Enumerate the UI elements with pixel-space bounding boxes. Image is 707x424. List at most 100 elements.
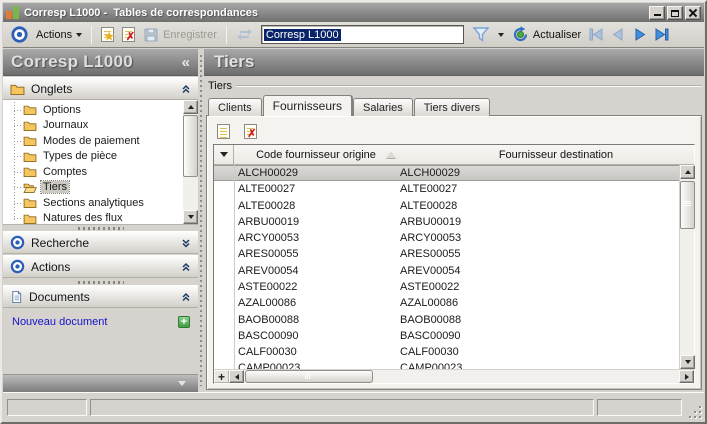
grid-vertical-scrollbar[interactable] <box>679 165 694 369</box>
grid-new-row-button[interactable] <box>213 121 233 141</box>
folder-icon <box>23 213 37 224</box>
table-row[interactable]: BASC00090BASC00090 <box>214 328 679 344</box>
tree-scrollbar[interactable] <box>183 100 198 224</box>
table-row[interactable]: CAMP00023CAMP00023 <box>214 360 679 369</box>
folder-icon <box>23 104 37 115</box>
column-header-destination[interactable]: Fournisseur destination <box>418 149 694 161</box>
app-target-icon <box>7 24 32 45</box>
first-record-icon <box>587 27 605 42</box>
tree-item-journaux[interactable]: Journaux <box>3 118 183 134</box>
add-row-button[interactable]: + <box>214 370 229 383</box>
actions-menu-button[interactable]: Actions <box>32 27 86 43</box>
table-selector-combobox[interactable]: Corresp L1000 <box>261 25 464 44</box>
folder-icon <box>23 151 37 162</box>
tree-item-modes-de-paiement[interactable]: Modes de paiement <box>3 133 183 149</box>
delete-record-button[interactable]: ✗ <box>118 25 139 44</box>
new-row-icon <box>217 124 230 139</box>
panel-label-recherche: Recherche <box>31 236 175 250</box>
refresh-button[interactable]: Actualiser <box>508 24 585 45</box>
table-row[interactable]: ALTE00027ALTE00027 <box>214 181 679 197</box>
table-row[interactable]: ALCH00029ALCH00029 <box>214 165 679 181</box>
filter-funnel-icon <box>472 26 490 43</box>
status-panel-middle <box>90 399 594 416</box>
resize-grip[interactable] <box>688 405 701 418</box>
row-selector-gutter[interactable] <box>214 145 234 164</box>
delete-row-icon: ✗ <box>244 124 257 139</box>
grid-scroll-right-button[interactable] <box>679 370 694 383</box>
tab-fournisseurs[interactable]: Fournisseurs <box>263 95 352 116</box>
new-document-link[interactable]: Nouveau document <box>12 316 178 328</box>
filter-dropdown-button[interactable] <box>494 27 508 42</box>
new-record-button[interactable]: ★ <box>97 25 118 44</box>
status-bar <box>3 392 704 421</box>
actions-menu-label: Actions <box>36 29 72 41</box>
tree-scroll-up-button[interactable] <box>183 100 198 114</box>
grid-delete-row-button[interactable]: ✗ <box>240 121 260 141</box>
sidebar: Corresp L1000 « Onglets Options <box>3 49 198 392</box>
tree-item-tiers[interactable]: Tiers <box>3 180 183 196</box>
minimize-icon <box>654 14 661 16</box>
tab-salaries[interactable]: Salaries <box>353 98 413 116</box>
panel-header-onglets[interactable]: Onglets <box>3 77 198 100</box>
onglets-tree: Options Journaux Modes de paiement Types… <box>3 100 198 225</box>
table-row[interactable]: CALF00030CALF00030 <box>214 344 679 360</box>
sidebar-bottom-bar[interactable] <box>3 374 198 392</box>
table-row[interactable]: ALTE00028ALTE00028 <box>214 198 679 214</box>
table-row[interactable]: BAOB00088BAOB00088 <box>214 311 679 327</box>
tree-item-sections-analytiques[interactable]: Sections analytiques <box>3 195 183 211</box>
tiers-tabs: Clients Fournisseurs Salaries Tiers dive… <box>208 95 702 116</box>
close-button[interactable] <box>685 6 701 20</box>
tab-clients[interactable]: Clients <box>208 98 262 116</box>
refresh-label: Actualiser <box>533 29 581 41</box>
tree-scrollbar-thumb[interactable] <box>183 115 198 177</box>
last-record-button[interactable] <box>651 25 673 45</box>
panel-label-onglets: Onglets <box>31 82 175 96</box>
table-row[interactable]: ASTE00022ASTE00022 <box>214 279 679 295</box>
minimize-button[interactable] <box>649 6 665 20</box>
chevron-double-down-icon <box>181 238 191 248</box>
table-row[interactable]: ARCY00053ARCY00053 <box>214 230 679 246</box>
chevron-down-icon <box>76 33 82 40</box>
panel-header-actions[interactable]: Actions <box>3 255 198 278</box>
table-row[interactable]: ARES00055ARES00055 <box>214 246 679 262</box>
tree-item-natures-des-flux[interactable]: Natures des flux <box>3 211 183 226</box>
column-header-origin[interactable]: Code fournisseur origine <box>234 149 418 161</box>
grid-scroll-up-button[interactable] <box>680 165 695 179</box>
next-record-button[interactable] <box>629 25 651 45</box>
arrow-up-icon <box>685 167 691 174</box>
grid-toolbar: ✗ <box>213 120 260 142</box>
target-icon <box>11 26 28 43</box>
open-folder-icon <box>23 182 37 193</box>
document-icon <box>10 290 23 304</box>
tree-item-comptes[interactable]: Comptes <box>3 164 183 180</box>
toolbar-separator <box>226 26 227 44</box>
combobox-selected-value: Corresp L1000 <box>264 29 341 41</box>
grid-hscroll-track[interactable] <box>373 370 679 383</box>
sync-arrows-icon <box>236 27 253 42</box>
sidebar-collapse-button[interactable]: « <box>182 54 190 71</box>
grid-scroll-left-button[interactable] <box>229 370 244 383</box>
grid-horizontal-scrollbar[interactable]: + <box>214 369 694 383</box>
grid-scroll-down-button[interactable] <box>680 355 695 369</box>
grid-vscroll-thumb[interactable] <box>680 181 695 229</box>
new-document-icon: ★ <box>101 27 114 42</box>
save-button[interactable]: Enregistrer <box>139 25 221 45</box>
table-row[interactable]: AZAL00086AZAL00086 <box>214 295 679 311</box>
previous-record-button[interactable] <box>607 25 629 45</box>
tab-tiers-divers[interactable]: Tiers divers <box>414 98 490 116</box>
table-row[interactable]: ARBU00019ARBU00019 <box>214 214 679 230</box>
maximize-button[interactable] <box>667 6 683 20</box>
add-document-button[interactable]: + <box>178 316 190 328</box>
table-row[interactable]: AREV00054AREV00054 <box>214 263 679 279</box>
first-record-button[interactable] <box>585 25 607 45</box>
sync-button[interactable] <box>232 25 257 44</box>
tree-item-types-de-piece[interactable]: Types de pièce <box>3 149 183 165</box>
row-marker-icon <box>220 152 228 161</box>
tree-scroll-down-button[interactable] <box>183 210 198 224</box>
filter-button[interactable] <box>468 24 494 45</box>
panel-header-documents[interactable]: Documents <box>3 285 198 308</box>
grid-hscroll-thumb[interactable] <box>245 370 373 383</box>
tree-item-options[interactable]: Options <box>3 102 183 118</box>
panel-header-recherche[interactable]: Recherche <box>3 231 198 254</box>
red-cross-icon: ✗ <box>126 30 135 43</box>
